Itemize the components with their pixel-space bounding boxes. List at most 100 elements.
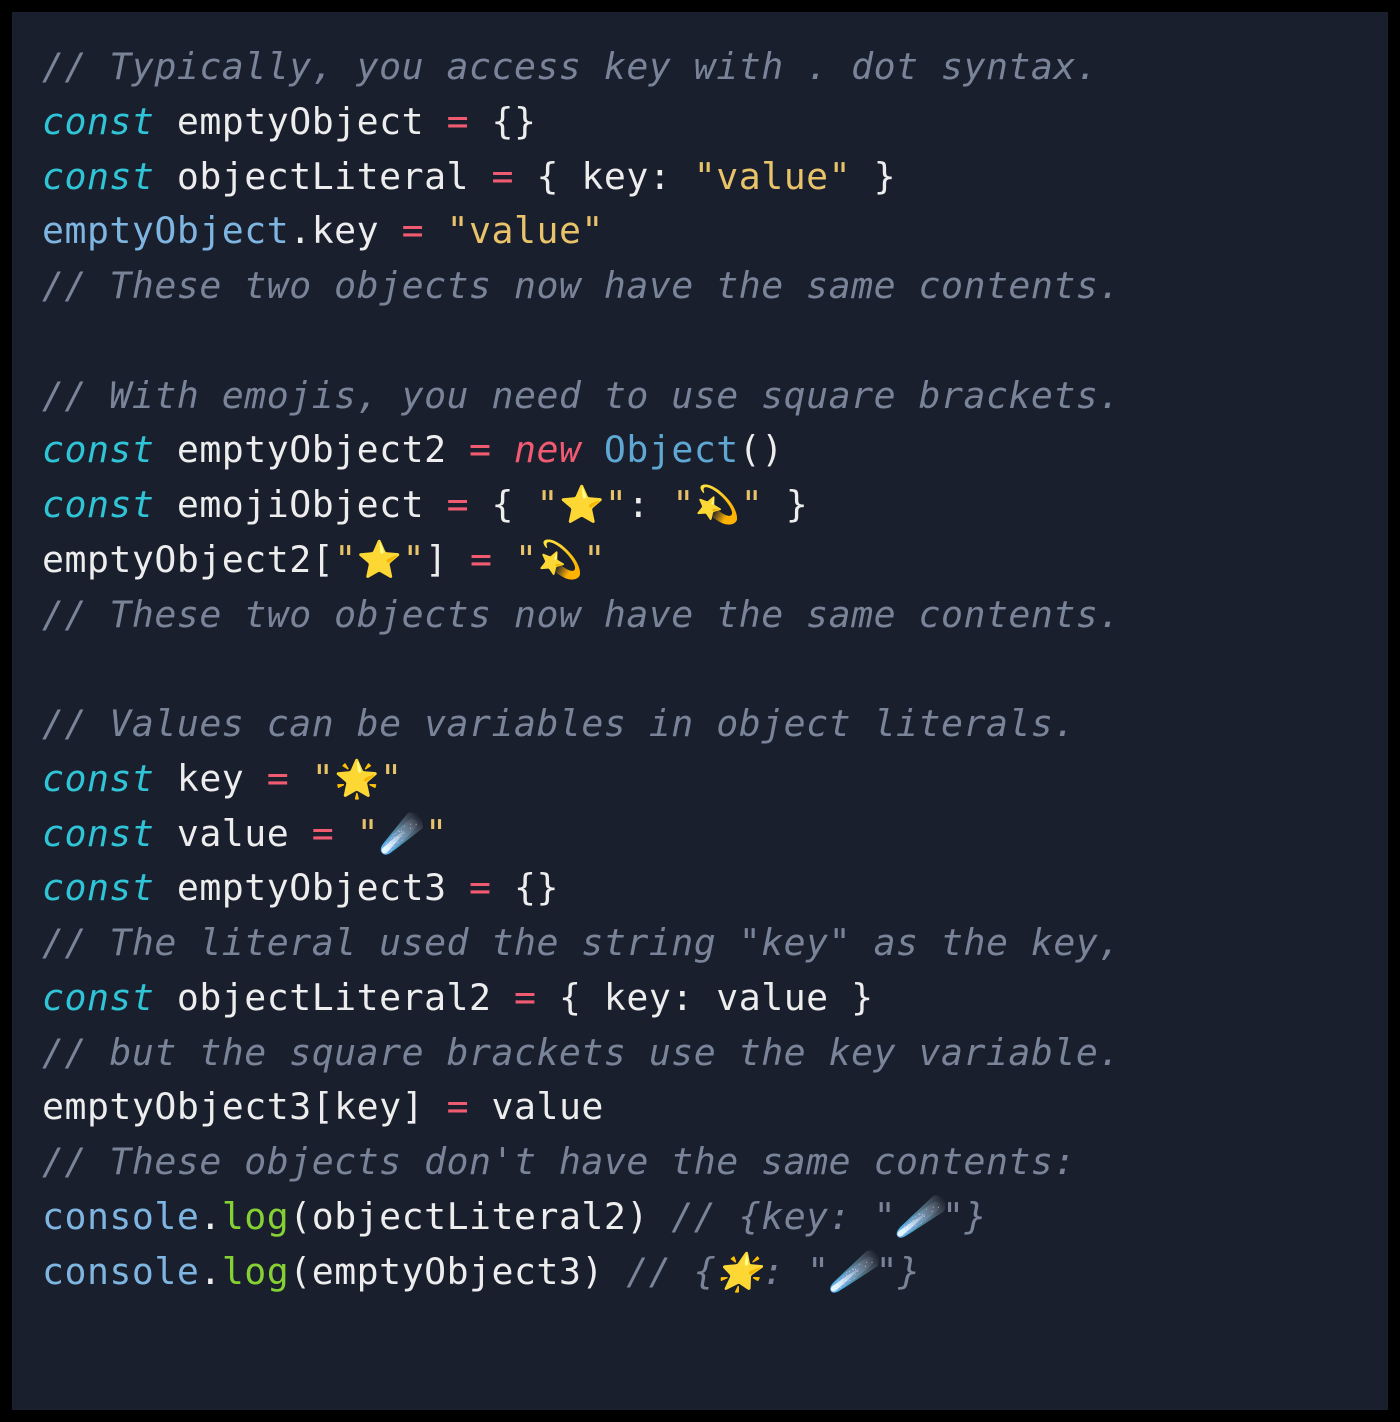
dot: . [199, 1195, 221, 1238]
code-line: const value = "☄️" [42, 807, 1358, 862]
comment: // {key: "☄️"} [671, 1195, 987, 1238]
keyword-new: new [514, 428, 581, 471]
code-line: const emptyObject = {} [42, 95, 1358, 150]
comment: // These two objects now have the same c… [42, 593, 1121, 636]
identifier: objectLiteral2 [154, 976, 514, 1019]
keyword-const: const [42, 812, 154, 855]
code-line: // but the square brackets use the key v… [42, 1026, 1358, 1081]
variable: emptyObject [42, 209, 289, 252]
code-text [581, 428, 603, 471]
identifier: emptyObject2 [154, 428, 469, 471]
code-text: () [739, 428, 784, 471]
string-literal: "💫" [515, 538, 606, 581]
code-line: const objectLiteral = { key: "value" } [42, 150, 1358, 205]
method-name: log [222, 1195, 289, 1238]
string-literal: "🌟" [312, 757, 403, 800]
code-line: // These two objects now have the same c… [42, 259, 1358, 314]
code-line: const emojiObject = { "⭐": "💫" } [42, 478, 1358, 533]
code-text: } [763, 483, 808, 526]
blank-line [42, 642, 1358, 697]
identifier: emptyObject [154, 100, 446, 143]
string-literal: "⭐" [536, 483, 627, 526]
code-line: // Values can be variables in object lit… [42, 697, 1358, 752]
code-line: emptyObject3[key] = value [42, 1080, 1358, 1135]
comment: // These objects don't have the same con… [42, 1140, 1076, 1183]
code-line: const emptyObject2 = new Object() [42, 423, 1358, 478]
operator-eq: = [492, 155, 514, 198]
identifier: value [154, 812, 311, 855]
code-text: } [851, 155, 896, 198]
keyword-const: const [42, 100, 154, 143]
dot: . [199, 1250, 221, 1293]
code-text: {} [492, 866, 559, 909]
code-line: const key = "🌟" [42, 752, 1358, 807]
operator-eq: = [267, 757, 289, 800]
comment: // {🌟: "☄️"} [626, 1250, 920, 1293]
identifier: objectLiteral [154, 155, 491, 198]
identifier: key [154, 757, 266, 800]
code-line: // These objects don't have the same con… [42, 1135, 1358, 1190]
code-text: {} [469, 100, 536, 143]
identifier: emptyObject2[ [42, 538, 334, 581]
identifier: emojiObject [154, 483, 446, 526]
code-line: // The literal used the string "key" as … [42, 916, 1358, 971]
string-literal: "💫" [672, 483, 763, 526]
blank-line [42, 314, 1358, 369]
variable: console [42, 1250, 199, 1293]
operator-eq: = [447, 1085, 469, 1128]
code-line: console.log(emptyObject3) // {🌟: "☄️"} [42, 1245, 1358, 1300]
code-text: : [627, 483, 672, 526]
code-line: const objectLiteral2 = { key: value } [42, 971, 1358, 1026]
keyword-const: const [42, 155, 154, 198]
operator-eq: = [447, 483, 469, 526]
method-name: log [222, 1250, 289, 1293]
keyword-const: const [42, 483, 154, 526]
code-text: { key: value } [536, 976, 873, 1019]
code-text [493, 538, 515, 581]
variable: console [42, 1195, 199, 1238]
string-literal: "⭐" [334, 538, 425, 581]
operator-eq: = [312, 812, 334, 855]
code-text: ] [425, 538, 470, 581]
keyword-const: const [42, 976, 154, 1019]
comment: // Values can be variables in object lit… [42, 702, 1076, 745]
comment: // These two objects now have the same c… [42, 264, 1121, 307]
operator-eq: = [402, 209, 424, 252]
operator-eq: = [469, 428, 491, 471]
code-text: (emptyObject3) [289, 1250, 626, 1293]
identifier: emptyObject3 [154, 866, 469, 909]
code-text [289, 757, 311, 800]
operator-eq: = [469, 866, 491, 909]
code-text: { key: [514, 155, 694, 198]
code-line: const emptyObject3 = {} [42, 861, 1358, 916]
comment: // but the square brackets use the key v… [42, 1031, 1121, 1074]
code-line: // These two objects now have the same c… [42, 588, 1358, 643]
code-line: // With emojis, you need to use square b… [42, 369, 1358, 424]
code-text [492, 428, 514, 471]
code-text: .key [289, 209, 401, 252]
code-line: // Typically, you access key with . dot … [42, 40, 1358, 95]
code-block: // Typically, you access key with . dot … [12, 12, 1388, 1410]
operator-eq: = [514, 976, 536, 1019]
code-text: { [469, 483, 536, 526]
string-literal: "☄️" [357, 812, 448, 855]
code-line: emptyObject2["⭐"] = "💫" [42, 533, 1358, 588]
string-literal: "value" [447, 209, 604, 252]
comment: // With emojis, you need to use square b… [42, 374, 1121, 417]
code-text: value [469, 1085, 604, 1128]
keyword-const: const [42, 866, 154, 909]
code-text [334, 812, 356, 855]
string-literal: "value" [694, 155, 851, 198]
code-line: emptyObject.key = "value" [42, 204, 1358, 259]
code-line: console.log(objectLiteral2) // {key: "☄️… [42, 1190, 1358, 1245]
comment: // Typically, you access key with . dot … [42, 45, 1098, 88]
keyword-const: const [42, 757, 154, 800]
identifier: emptyObject3[key] [42, 1085, 447, 1128]
code-text [424, 209, 446, 252]
keyword-const: const [42, 428, 154, 471]
comment: // The literal used the string "key" as … [42, 921, 1121, 964]
code-text: (objectLiteral2) [289, 1195, 671, 1238]
operator-eq: = [470, 538, 492, 581]
operator-eq: = [447, 100, 469, 143]
class-name: Object [604, 428, 739, 471]
